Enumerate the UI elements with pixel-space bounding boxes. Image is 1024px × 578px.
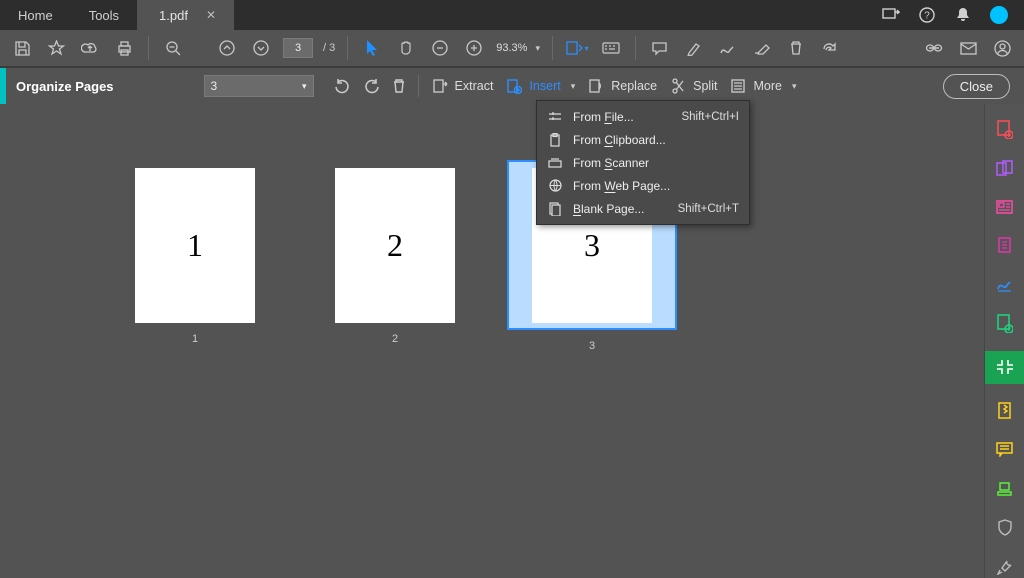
star-icon[interactable]	[44, 36, 68, 60]
page-up-icon[interactable]	[215, 36, 239, 60]
page-total-label: / 3	[323, 42, 335, 54]
menu-from-web[interactable]: From Web Page...	[537, 174, 749, 197]
rail-more-tools-icon[interactable]	[993, 555, 1017, 578]
rotate-ccw-icon[interactable]	[334, 78, 351, 95]
tab-tools[interactable]: Tools	[71, 0, 137, 30]
svg-text:?: ?	[924, 11, 930, 22]
rail-create-pdf-icon[interactable]	[993, 118, 1017, 141]
zoom-level-dropdown[interactable]: 93.3%	[496, 42, 540, 54]
fit-width-icon[interactable]: ▾	[565, 36, 589, 60]
extract-icon	[431, 77, 449, 95]
more-icon	[729, 77, 747, 95]
from-web-icon	[547, 178, 563, 194]
rail-organize-active-icon[interactable]	[985, 351, 1024, 383]
zoom-out-icon[interactable]	[161, 36, 185, 60]
page-number-input[interactable]	[283, 38, 313, 58]
thumb-1-label: 1	[192, 333, 198, 345]
rotate-cw-icon[interactable]	[363, 78, 380, 95]
blank-page-icon	[547, 201, 563, 217]
save-icon[interactable]	[10, 36, 34, 60]
thumb-3-label: 3	[589, 340, 595, 352]
rail-combine-icon[interactable]	[993, 157, 1017, 180]
menu-from-file[interactable]: From File... Shift+Ctrl+I	[537, 105, 749, 128]
profile-icon[interactable]	[990, 36, 1014, 60]
main-toolbar: / 3 93.3% ▾	[0, 30, 1024, 68]
keyboard-icon[interactable]	[599, 36, 623, 60]
zoom-plus-icon[interactable]	[462, 36, 486, 60]
print-icon[interactable]	[112, 36, 136, 60]
replace-button[interactable]: Replace	[587, 77, 657, 95]
thumb-2-label: 2	[392, 333, 398, 345]
eraser-icon[interactable]	[750, 36, 774, 60]
thumb-1[interactable]: 1 1	[135, 168, 255, 352]
bell-icon[interactable]	[952, 4, 974, 26]
rail-comment-tool-icon[interactable]	[993, 439, 1017, 462]
rail-sign-icon[interactable]	[993, 274, 1017, 297]
rail-edit-icon[interactable]	[993, 196, 1017, 219]
replace-icon	[587, 77, 605, 95]
user-avatar[interactable]	[988, 4, 1010, 26]
link-icon[interactable]	[922, 36, 946, 60]
thumb-2-page: 2	[335, 168, 455, 323]
from-scanner-icon	[547, 155, 563, 171]
right-tools-rail	[984, 104, 1024, 578]
thumb-1-page: 1	[135, 168, 255, 323]
tab-file-label: 1.pdf	[159, 8, 188, 23]
tab-home[interactable]: Home	[0, 0, 71, 30]
page-canvas: 1 1 2 2 3 3	[0, 104, 984, 578]
more-button[interactable]: More	[729, 77, 796, 95]
cloud-upload-icon[interactable]	[78, 36, 102, 60]
organize-bar: Organize Pages 3▾ Extract Insert Replace…	[0, 68, 1024, 104]
tab-file-active[interactable]: 1.pdf ✕	[137, 0, 234, 30]
page-down-icon[interactable]	[249, 36, 273, 60]
page-range-dropdown[interactable]: 3▾	[204, 75, 314, 97]
menu-blank-page[interactable]: Blank Page... Shift+Ctrl+T	[537, 197, 749, 220]
highlight-icon[interactable]	[682, 36, 706, 60]
hand-tool-icon[interactable]	[394, 36, 418, 60]
redo-icon[interactable]	[818, 36, 842, 60]
from-clipboard-icon	[547, 132, 563, 148]
select-tool-icon[interactable]	[360, 36, 384, 60]
menu-from-clipboard[interactable]: From Clipboard...	[537, 128, 749, 151]
help-icon[interactable]: ?	[916, 4, 938, 26]
top-right-tray: ?	[866, 0, 1024, 30]
mail-icon[interactable]	[956, 36, 980, 60]
extract-button[interactable]: Extract	[431, 77, 494, 95]
screen-share-icon[interactable]	[880, 4, 902, 26]
from-file-icon	[547, 109, 563, 125]
draw-icon[interactable]	[716, 36, 740, 60]
close-button[interactable]: Close	[943, 74, 1010, 99]
zoom-minus-icon[interactable]	[428, 36, 452, 60]
thumb-2[interactable]: 2 2	[335, 168, 455, 352]
comment-icon[interactable]	[648, 36, 672, 60]
rail-protect-icon[interactable]	[993, 516, 1017, 539]
split-button[interactable]: Split	[669, 77, 717, 95]
insert-button[interactable]: Insert	[505, 77, 575, 95]
insert-dropdown-menu: From File... Shift+Ctrl+I From Clipboard…	[536, 100, 750, 225]
delete-page-icon[interactable]	[392, 78, 406, 94]
rail-stamp-icon[interactable]	[993, 477, 1017, 500]
split-icon	[669, 77, 687, 95]
tab-close-icon[interactable]: ✕	[206, 8, 216, 22]
organize-title: Organize Pages	[6, 79, 114, 94]
insert-icon	[505, 77, 523, 95]
rail-compress-icon[interactable]	[993, 400, 1017, 423]
menu-from-scanner[interactable]: From Scanner	[537, 151, 749, 174]
tab-strip: Home Tools 1.pdf ✕ ?	[0, 0, 1024, 30]
trash-icon[interactable]	[784, 36, 808, 60]
rail-share-icon[interactable]	[993, 312, 1017, 335]
rail-export-icon[interactable]	[993, 235, 1017, 258]
